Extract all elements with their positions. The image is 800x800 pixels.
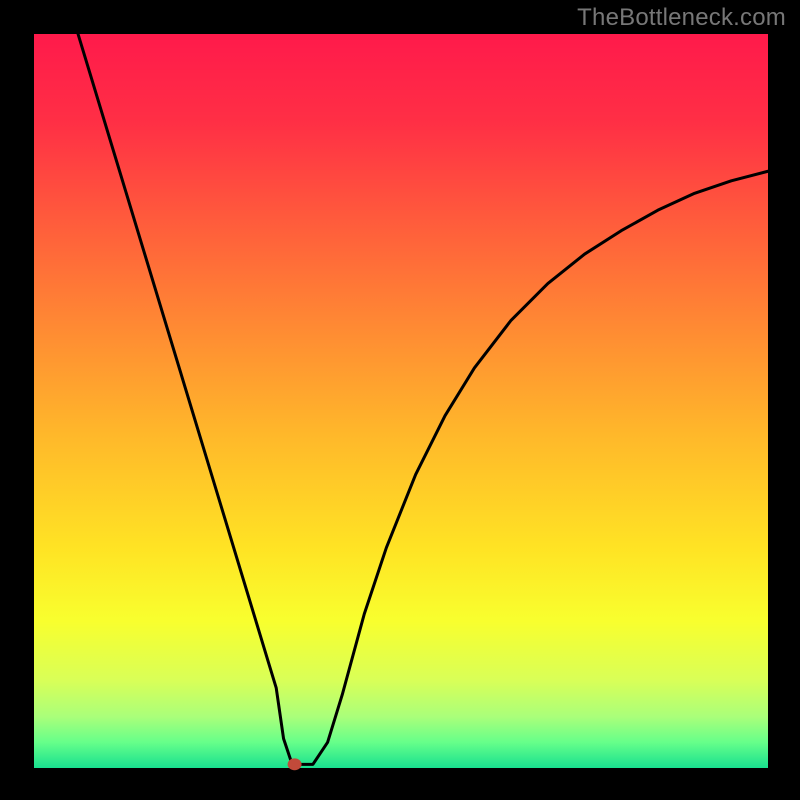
- chart-frame: TheBottleneck.com: [0, 0, 800, 800]
- bottleneck-chart: [0, 0, 800, 800]
- optimal-point-marker: [288, 758, 302, 770]
- watermark-text: TheBottleneck.com: [577, 4, 786, 32]
- plot-background: [34, 34, 768, 768]
